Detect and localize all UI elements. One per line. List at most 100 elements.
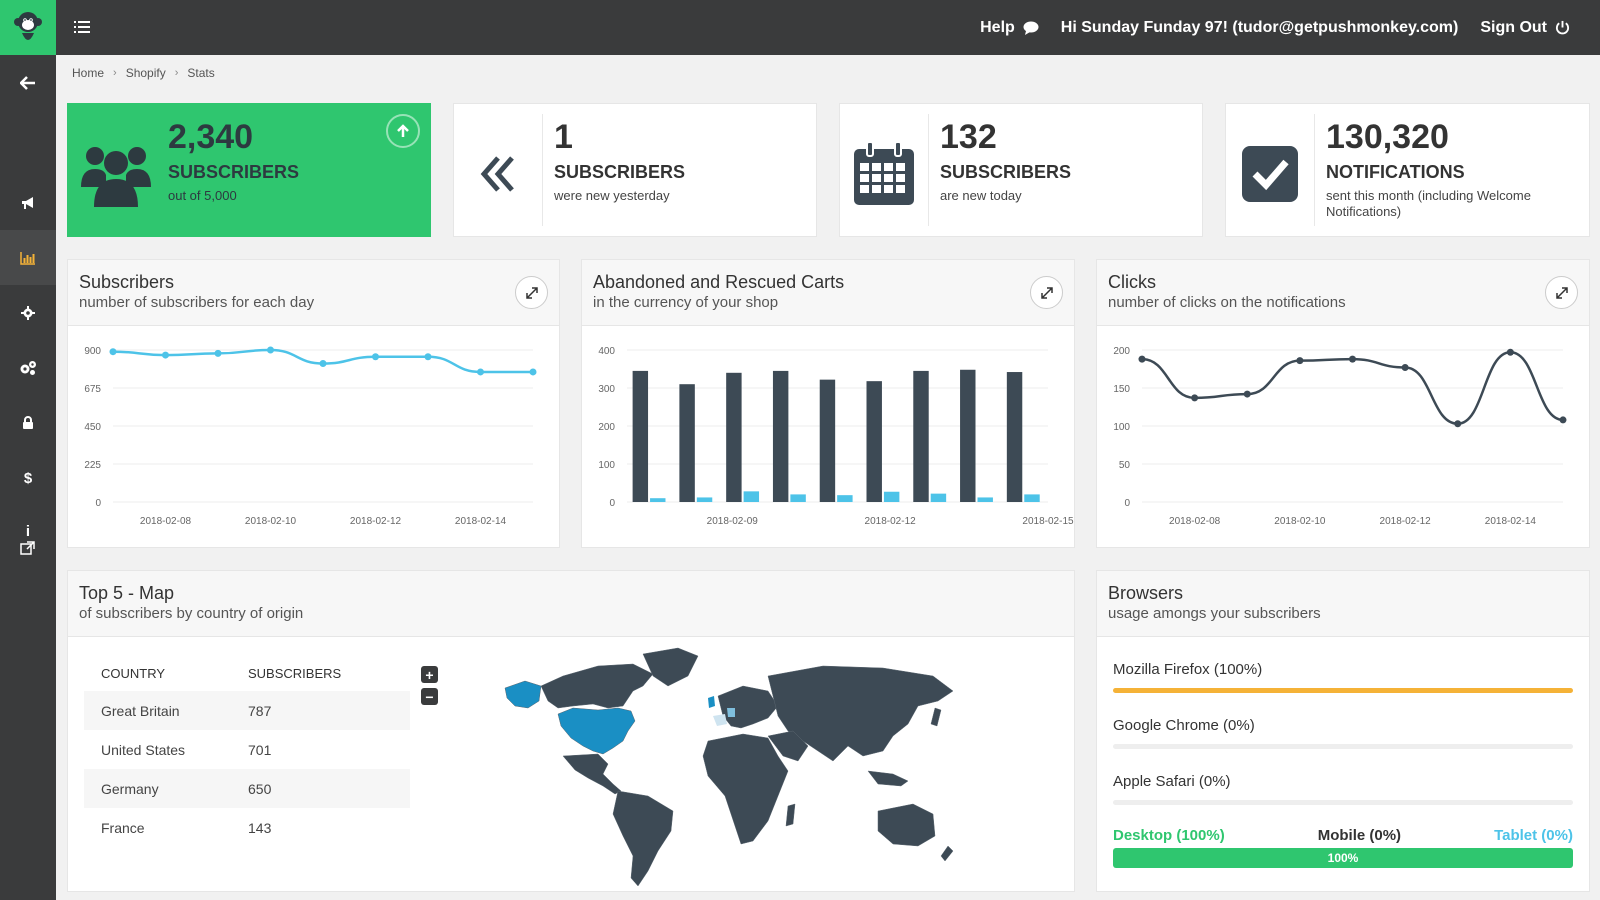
stat-label: SUBSCRIBERS — [940, 162, 1072, 182]
map-zoom-in-button[interactable]: + — [421, 666, 438, 683]
table-row: United States 701 — [84, 730, 410, 769]
device-labels: Desktop (100%) Mobile (0%) Tablet (0%) — [1113, 827, 1573, 844]
data-point — [1296, 357, 1304, 365]
y-tick-label: 450 — [84, 422, 101, 433]
menu-toggle-button[interactable] — [74, 19, 92, 35]
data-point — [1401, 363, 1409, 371]
data-point — [162, 351, 169, 359]
bar — [743, 491, 760, 502]
expand-button[interactable] — [515, 276, 548, 309]
data-point — [319, 360, 327, 368]
country-count: 701 — [248, 741, 272, 758]
map-alaska — [504, 680, 542, 709]
column-header-country: COUNTRY — [101, 665, 166, 681]
table-row: Great Britain 787 — [84, 691, 410, 730]
sidebar-item-advanced[interactable] — [0, 340, 56, 395]
data-point — [424, 353, 432, 361]
y-tick-label: 200 — [598, 422, 615, 433]
sidebar-item-billing[interactable]: $ — [0, 450, 56, 505]
expand-icon — [1040, 286, 1053, 299]
plus-icon: + — [425, 666, 434, 683]
map-madagascar — [785, 803, 796, 827]
upgrade-button[interactable] — [386, 114, 420, 148]
bar — [696, 497, 713, 502]
map-zoom-out-button[interactable]: − — [421, 688, 438, 705]
bar — [883, 491, 900, 502]
map-united-states — [557, 707, 636, 755]
column-header-subscribers: SUBSCRIBERS — [248, 665, 342, 681]
data-point — [1454, 420, 1462, 428]
bar — [913, 370, 929, 502]
checkbox-icon — [1226, 129, 1314, 219]
table-row: Germany 650 — [84, 769, 410, 808]
data-point — [109, 348, 117, 356]
bar — [790, 494, 806, 502]
panel-subtitle: number of clicks on the notifications — [1108, 294, 1346, 311]
panel-title: Subscribers — [79, 272, 175, 292]
panel-header: Top 5 - Map of subscribers by country of… — [68, 571, 1074, 637]
expand-button[interactable] — [1545, 276, 1578, 309]
map-canada — [540, 663, 654, 709]
bar — [726, 372, 742, 502]
bar — [819, 379, 836, 502]
data-point — [529, 368, 537, 376]
bar — [772, 370, 789, 502]
sign-out-link[interactable]: Sign Out — [1480, 19, 1570, 37]
y-tick-label: 225 — [84, 460, 101, 471]
world-map[interactable] — [503, 646, 963, 886]
user-greeting[interactable]: Hi Sunday Funday 97! (tudor@getpushmonke… — [1061, 19, 1459, 37]
sign-out-label: Sign Out — [1480, 18, 1547, 36]
data-point — [372, 353, 379, 361]
panel-title: Clicks — [1108, 272, 1156, 292]
browser-label: Mozilla Firefox (100%) — [1113, 661, 1263, 678]
stat-divider — [928, 114, 929, 226]
help-link[interactable]: Help — [980, 19, 1039, 37]
panel-title: Top 5 - Map — [79, 583, 175, 603]
sidebar-item-settings[interactable] — [0, 285, 56, 340]
sidebar-item-stats[interactable] — [0, 230, 56, 285]
stat-card-subscribers-total: 2,340 SUBSCRIBERS out of 5,000 — [67, 103, 431, 237]
map-great-britain — [708, 696, 715, 708]
sidebar-item-back[interactable] — [0, 55, 56, 110]
x-tick-label: 2018-02-12 — [350, 516, 402, 527]
browser-row-safari: Apple Safari (0%) — [1113, 773, 1573, 805]
data-point — [1349, 355, 1356, 363]
breadcrumb-home[interactable]: Home — [72, 66, 104, 80]
country-count: 143 — [248, 819, 272, 836]
bar — [1024, 494, 1040, 502]
stat-divider — [542, 114, 543, 226]
map-panel: Top 5 - Map of subscribers by country of… — [67, 570, 1075, 892]
x-tick-label: 2018-02-09 — [707, 516, 759, 527]
expand-icon — [1555, 286, 1568, 299]
sidebar-item-campaigns[interactable] — [0, 175, 56, 230]
carts-bar-chart: 400 300 200 100 0 2018-02-09 2018-02-12 2018-02… — [598, 346, 1074, 527]
stat-label: NOTIFICATIONS — [1326, 162, 1465, 182]
stat-card-new-yesterday: 1 SUBSCRIBERS were new yesterday — [453, 103, 817, 237]
table-row: France 143 — [84, 808, 410, 847]
stat-card-new-today: 132 SUBSCRIBERS are new today — [839, 103, 1203, 237]
map-japan — [930, 707, 942, 727]
map-indonesia — [867, 770, 909, 787]
clicks-line-chart: 200 150 100 50 0 2018-02-08 2018-02-10 2018-02-… — [1113, 346, 1567, 527]
y-tick-label: 300 — [598, 384, 615, 395]
breadcrumb: Home › Shopify › Stats — [72, 66, 215, 80]
stat-sub: were new yesterday — [554, 188, 670, 203]
bar — [679, 384, 695, 502]
sidebar-item-security[interactable] — [0, 395, 56, 450]
data-point — [214, 349, 222, 357]
browser-label: Apple Safari (0%) — [1113, 773, 1231, 790]
arrow-up-icon — [397, 124, 409, 137]
stat-sub: out of 5,000 — [168, 188, 237, 203]
bar — [837, 495, 853, 502]
browser-label: Google Chrome (0%) — [1113, 717, 1255, 734]
panel-header: Browsers usage amongs your subscribers — [1097, 571, 1589, 637]
svg-text:i: i — [26, 523, 30, 540]
stat-label: SUBSCRIBERS — [168, 162, 300, 182]
sidebar-item-info[interactable]: i — [0, 505, 56, 575]
breadcrumb-shopify[interactable]: Shopify — [126, 66, 166, 80]
expand-button[interactable] — [1030, 276, 1063, 309]
country-count: 650 — [248, 780, 272, 797]
logo[interactable] — [0, 0, 56, 55]
x-tick-label: 2018-02-08 — [140, 516, 192, 527]
map-south-america — [612, 790, 674, 886]
